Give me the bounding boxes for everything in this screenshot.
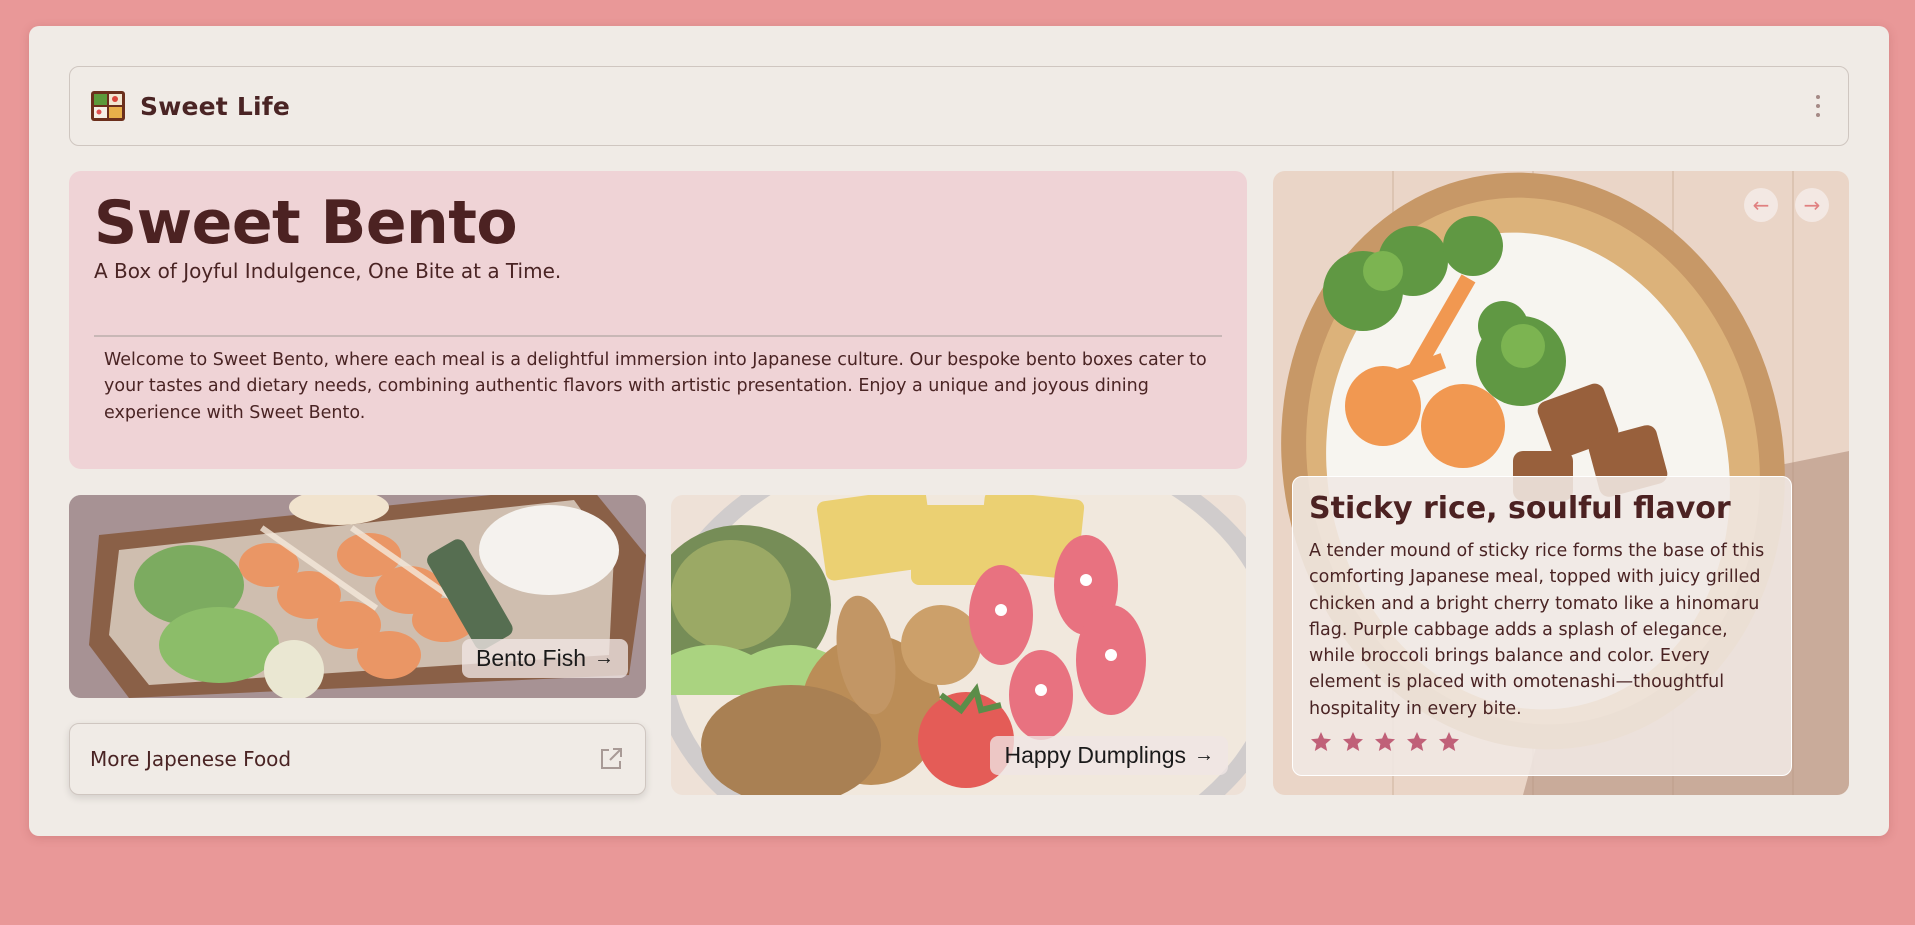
feature-text: A tender mound of sticky rice forms the … (1309, 541, 1765, 719)
brand-name[interactable]: Sweet Life (140, 92, 290, 121)
carousel-prev-button[interactable]: ← (1744, 188, 1778, 222)
star-icon[interactable] (1437, 730, 1461, 754)
hero-divider (94, 335, 1222, 337)
bento-fish-label: Bento Fish (476, 645, 586, 671)
hero-section: Sweet Bento A Box of Joyful Indulgence, … (69, 171, 1247, 469)
feature-title: Sticky rice, soulful flavor (1309, 491, 1731, 526)
arrow-right-icon: → (1194, 744, 1214, 766)
star-icon[interactable] (1373, 730, 1397, 754)
happy-dumplings-tile[interactable]: Happy Dumplings → (671, 495, 1246, 795)
external-link-icon (601, 748, 622, 769)
hero-title: Sweet Bento (94, 188, 518, 258)
rating-stars (1309, 730, 1775, 754)
star-icon[interactable] (1405, 730, 1429, 754)
star-icon[interactable] (1341, 730, 1365, 754)
more-link-label: More Japenese Food (90, 747, 292, 771)
kebab-menu-icon[interactable] (1808, 91, 1828, 121)
carousel-next-button[interactable]: → (1795, 188, 1829, 222)
feature-carousel: ← → Sticky rice, soulful flavor A tender… (1273, 171, 1849, 795)
feature-info-card: Sticky rice, soulful flavor A tender mou… (1292, 476, 1792, 776)
happy-dumplings-button[interactable]: Happy Dumplings → (990, 736, 1228, 775)
bento-fish-button[interactable]: Bento Fish → (462, 639, 628, 678)
top-navbar: Sweet Life (69, 66, 1849, 146)
arrow-right-icon: → (1803, 193, 1821, 217)
hero-description: Welcome to Sweet Bento, where each meal … (104, 350, 1207, 423)
arrow-right-icon: → (594, 647, 614, 669)
star-icon[interactable] (1309, 730, 1333, 754)
happy-dumplings-label: Happy Dumplings (1004, 742, 1186, 768)
bento-box-icon[interactable] (90, 88, 126, 124)
main-card: Sweet Life Sweet Bento A Box of Joyful I… (29, 26, 1889, 836)
arrow-left-icon: ← (1752, 193, 1770, 217)
hero-subtitle: A Box of Joyful Indulgence, One Bite at … (94, 259, 562, 283)
more-japanese-food-link[interactable]: More Japenese Food (69, 723, 646, 795)
bento-fish-tile[interactable]: Bento Fish → (69, 495, 646, 698)
